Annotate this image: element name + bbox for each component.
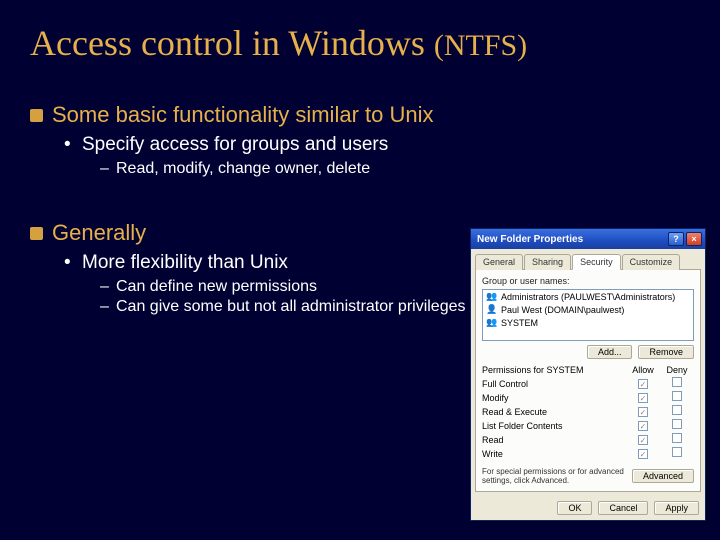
allow-checkbox[interactable]: ✓ [638,421,648,431]
deny-checkbox[interactable] [672,433,682,443]
title-sub: (NTFS) [434,29,527,62]
bullet-specify-access: Specify access for groups and users [64,134,690,156]
perm-row: Full Control ✓ [482,377,694,391]
group-icon: 👥 [486,291,497,302]
deny-checkbox[interactable] [672,419,682,429]
bullet-read-modify: Read, modify, change owner, delete [100,160,470,178]
perm-name: Read [482,434,626,447]
user-icon: 👤 [486,304,497,315]
tab-general[interactable]: General [475,254,523,270]
cancel-button[interactable]: Cancel [598,501,648,515]
allow-checkbox[interactable]: ✓ [638,435,648,445]
deny-header: Deny [660,365,694,375]
bullet-similar-unix: Some basic functionality similar to Unix [30,102,690,128]
tab-customize[interactable]: Customize [622,254,681,270]
permissions-header: Permissions for SYSTEM Allow Deny [482,365,694,375]
perm-title: Permissions for SYSTEM [482,365,626,375]
help-button[interactable]: ? [668,232,684,246]
add-button[interactable]: Add... [587,345,633,359]
ok-button[interactable]: OK [557,501,592,515]
user-name: SYSTEM [501,318,538,328]
user-name: Administrators (PAULWEST\Administrators) [501,292,675,302]
tab-sharing[interactable]: Sharing [524,254,571,270]
user-name: Paul West (DOMAIN\paulwest) [501,305,624,315]
perm-row: Read ✓ [482,433,694,447]
bullet-new-permissions: Can define new permissions [100,278,470,296]
dialog-title: New Folder Properties [477,234,583,245]
deny-checkbox[interactable] [672,405,682,415]
remove-button[interactable]: Remove [638,345,694,359]
perm-row: Write ✓ [482,447,694,461]
list-item[interactable]: 👥 SYSTEM [483,316,693,329]
security-panel: Group or user names: 👥 Administrators (P… [475,269,701,492]
system-icon: 👥 [486,317,497,328]
advanced-button[interactable]: Advanced [632,469,694,483]
slide-title: Access control in Windows (NTFS) [0,0,720,64]
list-item[interactable]: 👤 Paul West (DOMAIN\paulwest) [483,303,693,316]
perm-name: List Folder Contents [482,420,626,433]
perm-name: Write [482,448,626,461]
group-label: Group or user names: [482,276,694,286]
allow-checkbox[interactable]: ✓ [638,449,648,459]
bullet-admin-privileges: Can give some but not all administrator … [100,298,470,316]
perm-name: Modify [482,392,626,405]
deny-checkbox[interactable] [672,377,682,387]
tab-strip: General Sharing Security Customize [471,249,705,269]
properties-dialog: New Folder Properties ? × General Sharin… [470,228,706,521]
perm-name: Read & Execute [482,406,626,419]
allow-checkbox[interactable]: ✓ [638,393,648,403]
deny-checkbox[interactable] [672,391,682,401]
user-listbox[interactable]: 👥 Administrators (PAULWEST\Administrator… [482,289,694,341]
advanced-text: For special permissions or for advanced … [482,467,628,485]
list-item[interactable]: 👥 Administrators (PAULWEST\Administrator… [483,290,693,303]
tab-security[interactable]: Security [572,254,621,270]
perm-row: List Folder Contents ✓ [482,419,694,433]
perm-row: Modify ✓ [482,391,694,405]
title-main: Access control in Windows [30,23,425,63]
deny-checkbox[interactable] [672,447,682,457]
dialog-buttons: OK Cancel Apply [471,496,705,520]
close-button[interactable]: × [686,232,702,246]
allow-checkbox[interactable]: ✓ [638,379,648,389]
allow-checkbox[interactable]: ✓ [638,407,648,417]
dialog-titlebar[interactable]: New Folder Properties ? × [471,229,705,249]
apply-button[interactable]: Apply [654,501,699,515]
perm-name: Full Control [482,378,626,391]
perm-row: Read & Execute ✓ [482,405,694,419]
allow-header: Allow [626,365,660,375]
